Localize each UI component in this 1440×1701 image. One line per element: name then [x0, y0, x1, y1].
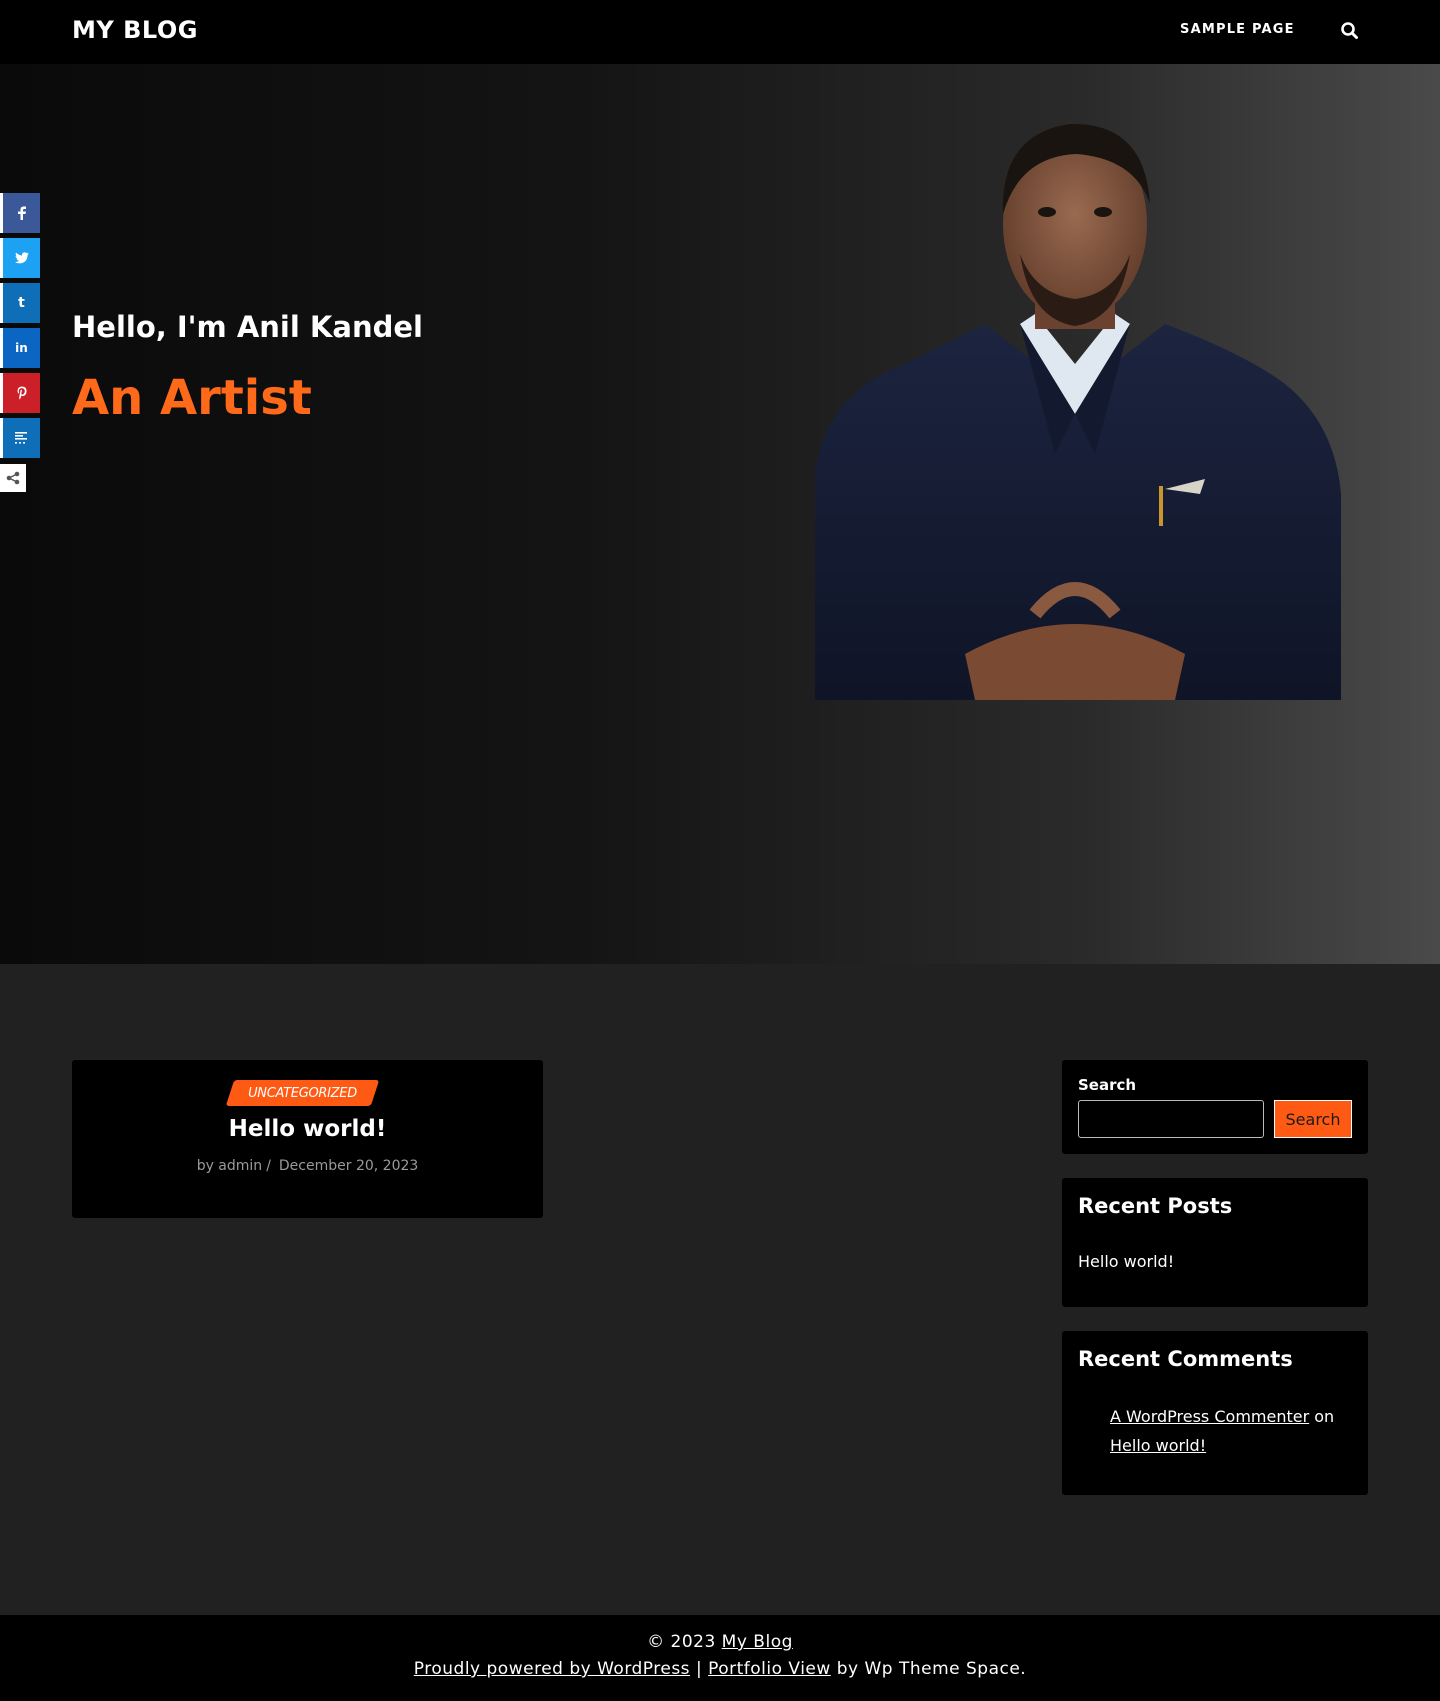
comment-post-link[interactable]: Hello world!	[1110, 1436, 1206, 1455]
footer-credit-line: Proudly powered by WordPress | Portfolio…	[0, 1659, 1440, 1679]
hero-greeting: Hello, I'm Anil Kandel	[72, 310, 423, 344]
category-badge[interactable]: UNCATEGORIZED	[230, 1080, 375, 1106]
share-icon[interactable]	[0, 464, 26, 492]
hero-role: An Artist	[72, 370, 312, 426]
facebook-icon[interactable]	[0, 193, 40, 233]
site-header: MY BLOG SAMPLE PAGE	[0, 0, 1440, 64]
theme-author-text: by Wp Theme Space.	[836, 1659, 1027, 1679]
recent-comments-title: Recent Comments	[1078, 1347, 1293, 1371]
recent-post-link[interactable]: Hello world!	[1078, 1252, 1174, 1271]
recent-posts-widget: Recent Posts Hello world!	[1062, 1178, 1368, 1307]
more-icon[interactable]	[0, 418, 40, 458]
tumblr-icon[interactable]: t	[0, 283, 40, 323]
post-date[interactable]: December 20, 2023	[279, 1158, 418, 1174]
theme-link[interactable]: Portfolio View	[708, 1659, 831, 1679]
nav-item-sample-page[interactable]: SAMPLE PAGE	[1180, 22, 1295, 37]
footer-divider: |	[695, 1659, 703, 1679]
search-button[interactable]: Search	[1274, 1100, 1352, 1138]
category-label: UNCATEGORIZED	[248, 1085, 357, 1101]
post-card: UNCATEGORIZED Hello world! by admin / Dece…	[72, 1060, 543, 1218]
comment-entry: A WordPress Commenter on	[1110, 1407, 1334, 1426]
portrait-image	[815, 123, 1341, 700]
comment-author-link[interactable]: A WordPress Commenter	[1110, 1407, 1309, 1426]
pinterest-icon[interactable]	[0, 373, 40, 413]
search-widget-label: Search	[1078, 1076, 1137, 1094]
recent-comments-widget: Recent Comments A WordPress Commenter on…	[1062, 1331, 1368, 1495]
recent-posts-title: Recent Posts	[1078, 1194, 1233, 1218]
search-widget: Search Search	[1062, 1060, 1368, 1154]
copyright-text: © 2023	[647, 1632, 716, 1652]
comment-on-text: on	[1314, 1407, 1335, 1426]
search-icon[interactable]	[1340, 20, 1360, 42]
post-meta: by admin / December 20, 2023	[72, 1158, 543, 1174]
wordpress-link[interactable]: Proudly powered by WordPress	[414, 1659, 690, 1679]
hero-section: Hello, I'm Anil Kandel An Artist	[0, 64, 1440, 964]
site-footer: © 2023 My Blog Proudly powered by WordPr…	[0, 1615, 1440, 1701]
site-title[interactable]: MY BLOG	[72, 16, 198, 44]
comment-post-line: Hello world!	[1110, 1436, 1206, 1455]
post-title[interactable]: Hello world!	[72, 1116, 543, 1142]
search-input[interactable]	[1078, 1100, 1264, 1138]
linkedin-icon[interactable]: in	[0, 328, 40, 368]
footer-copyright-line: © 2023 My Blog	[0, 1632, 1440, 1652]
post-author[interactable]: by admin	[197, 1158, 263, 1174]
meta-separator: /	[266, 1158, 271, 1174]
twitter-icon[interactable]	[0, 238, 40, 278]
footer-site-link[interactable]: My Blog	[722, 1632, 793, 1652]
